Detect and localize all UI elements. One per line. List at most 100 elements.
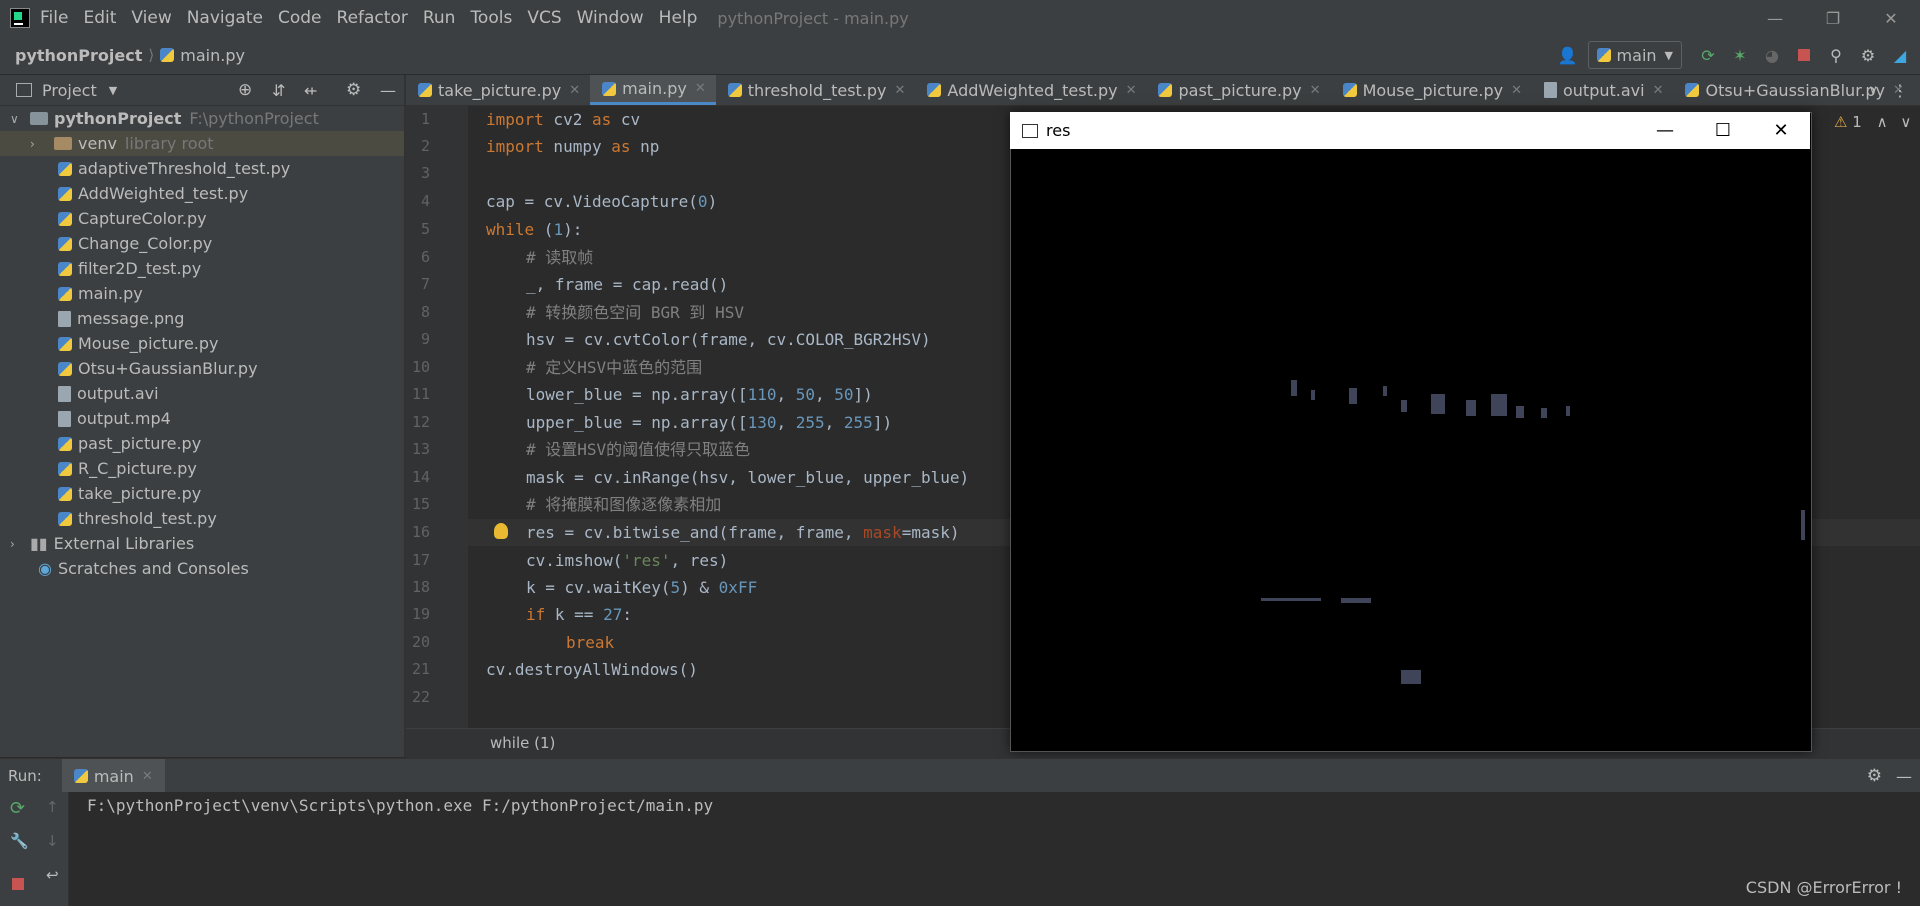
stop-icon[interactable] xyxy=(12,876,24,894)
tree-file[interactable]: R_C_picture.py xyxy=(0,456,404,481)
coverage-icon[interactable]: ◕ xyxy=(1760,43,1784,67)
more-options-icon[interactable]: ⋮ xyxy=(1892,81,1908,100)
close-tab-icon[interactable]: ✕ xyxy=(569,83,580,98)
close-tab-icon[interactable]: ✕ xyxy=(895,83,906,98)
tree-file[interactable]: adaptiveThreshold_test.py xyxy=(0,156,404,181)
tab-take-picture[interactable]: take_picture.py ✕ xyxy=(406,75,590,105)
tree-file[interactable]: output.avi xyxy=(0,381,404,406)
tab-main[interactable]: main.py ✕ xyxy=(590,75,716,105)
tree-venv[interactable]: › venv library root xyxy=(0,131,404,156)
rerun-icon[interactable]: ⟳ xyxy=(1696,43,1720,67)
python-file-icon xyxy=(58,286,72,301)
run-tab-main[interactable]: main ✕ xyxy=(61,759,165,793)
tree-file[interactable]: Otsu+GaussianBlur.py xyxy=(0,356,404,381)
debug-icon[interactable]: ✶ xyxy=(1728,43,1752,67)
window-icon xyxy=(1022,123,1038,138)
code-line: lower_blue = np.array([110, 50, 50]) xyxy=(526,385,873,404)
close-icon[interactable]: ✕ xyxy=(1752,112,1810,149)
rerun-icon[interactable]: ⟳ xyxy=(10,798,25,819)
tree-file[interactable]: take_picture.py xyxy=(0,481,404,506)
hide-panel-icon[interactable]: — xyxy=(380,81,396,100)
restore-icon[interactable]: ❐ xyxy=(1804,0,1862,36)
minimize-icon[interactable]: — xyxy=(1746,0,1804,36)
jetbrains-icon[interactable]: ◢ xyxy=(1888,43,1912,67)
close-tab-icon[interactable]: ✕ xyxy=(695,81,706,96)
tree-scratches[interactable]: ◉ Scratches and Consoles xyxy=(0,556,404,581)
settings-icon[interactable]: ⚙ xyxy=(1856,43,1880,67)
menu-code[interactable]: Code xyxy=(278,8,322,28)
breadcrumb-project[interactable]: pythonProject xyxy=(15,46,142,65)
minimize-icon[interactable]: — xyxy=(1636,112,1694,149)
tree-file[interactable]: filter2D_test.py xyxy=(0,256,404,281)
tree-file[interactable]: Change_Color.py xyxy=(0,231,404,256)
line-number: 21 xyxy=(411,660,430,678)
lightbulb-icon[interactable] xyxy=(494,523,508,539)
locate-icon[interactable]: ⊕ xyxy=(238,80,252,100)
close-icon[interactable]: ✕ xyxy=(1862,0,1920,36)
tab-mouse-picture[interactable]: Mouse_picture.py ✕ xyxy=(1331,75,1532,105)
close-tab-icon[interactable]: ✕ xyxy=(1310,83,1321,98)
menu-help[interactable]: Help xyxy=(659,8,698,28)
chevron-up-icon[interactable]: ∧ xyxy=(1877,113,1888,131)
line-number: 22 xyxy=(411,688,430,706)
tree-file[interactable]: past_picture.py xyxy=(0,431,404,456)
chevron-down-icon[interactable]: ∨ xyxy=(1900,113,1911,131)
tab-past-picture[interactable]: past_picture.py ✕ xyxy=(1146,75,1330,105)
gear-icon[interactable]: ⚙ xyxy=(1867,766,1882,786)
editor-breadcrumb[interactable]: while (1) xyxy=(490,734,555,752)
tree-file[interactable]: CaptureColor.py xyxy=(0,206,404,231)
arrow-up-icon[interactable]: ↑ xyxy=(46,798,59,816)
hide-panel-icon[interactable]: — xyxy=(1896,767,1912,786)
file-label: main.py xyxy=(78,284,143,303)
menu-file[interactable]: File xyxy=(40,8,68,28)
menu-edit[interactable]: Edit xyxy=(83,8,116,28)
python-file-icon xyxy=(160,48,175,62)
breadcrumb-file[interactable]: main.py xyxy=(180,46,245,65)
tree-root[interactable]: ∨ pythonProject F:\pythonProject xyxy=(0,106,404,131)
tab-list-chevron-icon[interactable]: ∨ xyxy=(1868,83,1878,98)
project-panel-title[interactable]: Project xyxy=(42,81,97,100)
close-tab-icon[interactable]: ✕ xyxy=(1126,83,1137,98)
wrench-icon[interactable]: 🔧 xyxy=(10,832,29,850)
gear-icon[interactable]: ⚙ xyxy=(346,80,361,100)
chevron-down-icon[interactable]: ▼ xyxy=(109,84,117,97)
menu-view[interactable]: View xyxy=(131,8,171,28)
expand-all-icon[interactable]: ⇵ xyxy=(272,81,285,100)
close-tab-icon[interactable]: ✕ xyxy=(142,769,153,784)
run-toolbar-left: ⟳ 🔧 xyxy=(0,792,38,906)
tree-file[interactable]: threshold_test.py xyxy=(0,506,404,531)
close-tab-icon[interactable]: ✕ xyxy=(1511,83,1522,98)
tab-threshold-test[interactable]: threshold_test.py ✕ xyxy=(716,75,916,105)
tree-file[interactable]: Mouse_picture.py xyxy=(0,331,404,356)
menu-refactor[interactable]: Refactor xyxy=(337,8,408,28)
menu-window[interactable]: Window xyxy=(577,8,644,28)
menu-run[interactable]: Run xyxy=(423,8,456,28)
arrow-down-icon[interactable]: ↓ xyxy=(46,832,59,850)
python-file-icon xyxy=(1685,83,1700,97)
menu-navigate[interactable]: Navigate xyxy=(187,8,263,28)
tree-file[interactable]: output.mp4 xyxy=(0,406,404,431)
code-line: res = cv.bitwise_and(frame, frame, mask=… xyxy=(526,523,960,542)
user-icon[interactable]: 👤 xyxy=(1556,43,1580,67)
tab-output-avi[interactable]: output.avi ✕ xyxy=(1532,75,1673,105)
video-file-icon xyxy=(58,385,71,402)
tree-file[interactable]: message.png xyxy=(0,306,404,331)
line-number: 8 xyxy=(420,303,430,321)
menu-tools[interactable]: Tools xyxy=(470,8,512,28)
line-number: 19 xyxy=(411,605,430,623)
menu-vcs[interactable]: VCS xyxy=(527,8,561,28)
tree-external-libraries[interactable]: › ▮▮ External Libraries xyxy=(0,531,404,556)
res-window-titlebar[interactable]: res — ☐ ✕ xyxy=(1010,112,1810,149)
tab-addweighted-test[interactable]: AddWeighted_test.py ✕ xyxy=(915,75,1146,105)
search-icon[interactable]: ⚲ xyxy=(1824,43,1848,67)
collapse-all-icon[interactable]: ⇷ xyxy=(304,81,317,100)
soft-wrap-icon[interactable]: ↩ xyxy=(46,866,59,884)
inspection-widget[interactable]: ⚠ 1 ∧ ∨ xyxy=(1834,113,1911,131)
stop-icon[interactable] xyxy=(1792,43,1816,67)
close-tab-icon[interactable]: ✕ xyxy=(1653,83,1664,98)
run-configuration-select[interactable]: main ▼ xyxy=(1587,41,1682,69)
tree-file[interactable]: main.py xyxy=(0,281,404,306)
tree-file[interactable]: AddWeighted_test.py xyxy=(0,181,404,206)
line-number: 4 xyxy=(420,192,430,210)
maximize-icon[interactable]: ☐ xyxy=(1694,112,1752,149)
